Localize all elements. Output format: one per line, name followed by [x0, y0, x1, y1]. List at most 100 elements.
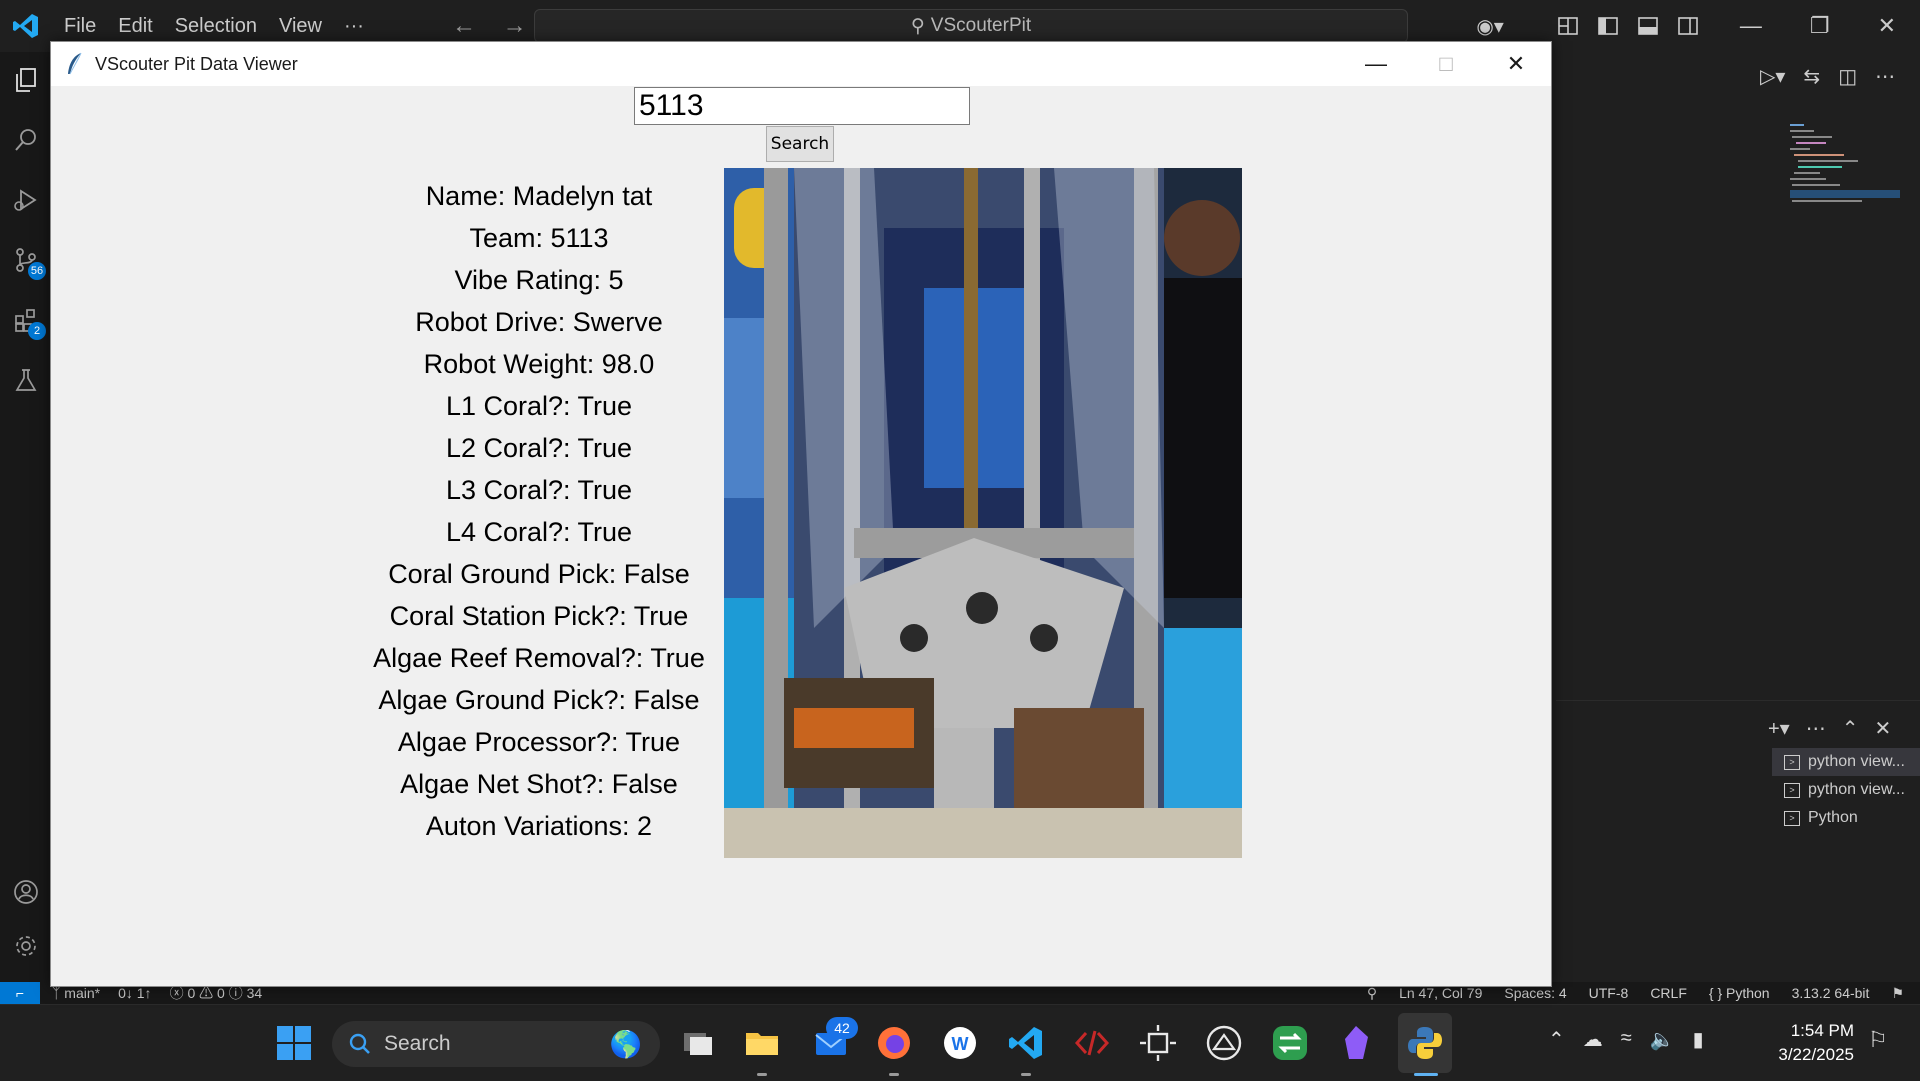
python-running-indicator — [1414, 1073, 1438, 1076]
cursor-position[interactable]: Ln 47, Col 79 — [1399, 985, 1482, 1001]
field-robot-weight: Robot Weight: 98.0 — [423, 349, 655, 379]
nav-arrows: ← → — [452, 12, 547, 40]
brightness-settings-icon[interactable] — [1138, 1023, 1178, 1063]
system-tray: ⌃ ☁ ≈ 🔈 ▮ — [1548, 1027, 1704, 1052]
more-actions-icon[interactable]: ⋯ — [1875, 64, 1895, 89]
tk-feather-icon — [68, 52, 82, 75]
compare-changes-icon[interactable]: ⇆ — [1803, 64, 1820, 89]
minimize-icon[interactable]: — — [1341, 42, 1411, 86]
minimap[interactable] — [1790, 124, 1900, 224]
search-button[interactable]: Search — [766, 126, 834, 162]
run-debug-icon[interactable] — [12, 186, 40, 214]
firefox-running-indicator — [889, 1073, 899, 1076]
notifications-icon[interactable]: ⚐ — [1868, 1027, 1888, 1053]
taskbar-search-label: Search — [384, 1032, 451, 1055]
window-titlebar[interactable]: VScouter Pit Data Viewer — □ ✕ — [51, 42, 1551, 86]
wifi-icon[interactable]: ≈ — [1621, 1027, 1632, 1052]
sync-app-icon[interactable] — [1270, 1023, 1310, 1063]
terminal-icon: > — [1784, 754, 1800, 770]
close-panel-icon[interactable]: ✕ — [1874, 716, 1891, 741]
firefox-icon[interactable] — [874, 1023, 914, 1063]
maximize-panel-icon[interactable]: ⌃ — [1842, 716, 1859, 741]
terminal-more-icon[interactable]: ⋯ — [1806, 716, 1826, 741]
menu-more[interactable]: ··· — [344, 15, 364, 38]
field-algae-net-shot: Algae Net Shot?: False — [400, 769, 678, 799]
activity-bar: 56 2 — [0, 52, 52, 982]
code-tag-icon[interactable] — [1072, 1023, 1112, 1063]
field-l2-coral: L2 Coral?: True — [445, 433, 633, 463]
task-view-icon[interactable] — [678, 1023, 718, 1063]
mail-badge: 42 — [826, 1017, 858, 1039]
volume-icon[interactable]: 🔈 — [1650, 1027, 1675, 1052]
remote-indicator-icon[interactable]: ⌐ — [0, 982, 40, 1004]
restore-icon[interactable]: ❐ — [1810, 13, 1830, 39]
new-terminal-icon[interactable]: +▾ — [1768, 716, 1790, 741]
split-editor-icon[interactable]: ◫ — [1838, 64, 1857, 89]
taskbar-search[interactable]: Search 🌎 — [332, 1021, 660, 1067]
testing-flask-icon[interactable] — [12, 366, 40, 394]
file-explorer-running-indicator — [757, 1073, 767, 1076]
file-explorer-icon[interactable] — [742, 1023, 782, 1063]
clock-date: 3/22/2025 — [1778, 1045, 1854, 1064]
terminal-list: > python view... > python view... > Pyth… — [1772, 748, 1920, 832]
window-title: VScouter Pit Data Viewer — [95, 54, 298, 74]
search-icon — [349, 1033, 370, 1054]
sync-status[interactable]: 0↓ 1↑ — [118, 985, 151, 1001]
clock-time: 1:54 PM — [1790, 1021, 1854, 1040]
menu-view[interactable]: View — [279, 15, 322, 38]
pit-data-viewer-window: VScouter Pit Data Viewer — □ ✕ Search Na… — [50, 41, 1552, 987]
python-interpreter[interactable]: 3.13.2 64-bit — [1792, 985, 1870, 1001]
terminal-tab[interactable]: > python view... — [1772, 776, 1920, 804]
toggle-secondary-sidebar-icon[interactable] — [1676, 14, 1700, 38]
terminal-icon: > — [1784, 782, 1800, 798]
line-ending[interactable]: CRLF — [1650, 985, 1687, 1001]
toggle-primary-sidebar-icon[interactable] — [1596, 14, 1620, 38]
python-icon[interactable] — [1405, 1023, 1445, 1063]
encoding[interactable]: UTF-8 — [1589, 985, 1629, 1001]
inkscape-icon[interactable] — [1204, 1023, 1244, 1063]
back-arrow-icon[interactable]: ← — [452, 12, 476, 39]
zoom-icon[interactable]: ⚲ — [1367, 985, 1377, 1002]
branch-name: main* — [64, 985, 101, 1001]
branch-indicator[interactable]: ᛉ main* — [52, 985, 100, 1001]
team-search-input[interactable] — [634, 87, 970, 125]
field-coral-ground-pick: Coral Ground Pick: False — [388, 559, 690, 589]
terminal-tab-label: python view... — [1808, 781, 1905, 798]
indentation[interactable]: Spaces: 4 — [1504, 985, 1566, 1001]
search-icon[interactable] — [12, 126, 40, 154]
vscode-taskbar-icon[interactable] — [1006, 1023, 1046, 1063]
terminal-tab[interactable]: > Python — [1772, 804, 1920, 832]
explorer-icon[interactable] — [12, 66, 40, 94]
onedrive-cloud-icon[interactable]: ☁ — [1583, 1027, 1603, 1052]
minimize-icon[interactable]: — — [1740, 13, 1762, 39]
field-name: Name: Madelyn tat — [425, 181, 653, 211]
manage-gear-icon[interactable] — [12, 932, 40, 960]
close-icon[interactable]: ✕ — [1878, 13, 1896, 39]
obsidian-icon[interactable] — [1336, 1023, 1376, 1063]
bing-globe-icon: 🌎 — [609, 1028, 642, 1059]
field-auton-variations: Auton Variations: 2 — [425, 811, 653, 841]
command-center-label: VScouterPit — [930, 15, 1032, 36]
field-team: Team: 5113 — [469, 223, 609, 253]
copilot-icon[interactable]: ◉▾ — [1476, 14, 1504, 39]
windows-start-icon[interactable] — [274, 1023, 314, 1063]
close-icon[interactable]: ✕ — [1481, 42, 1551, 86]
forward-arrow-icon[interactable]: → — [503, 12, 527, 39]
run-icon[interactable]: ▷▾ — [1760, 64, 1785, 89]
terminal-tab[interactable]: > python view... — [1772, 748, 1920, 776]
menu-selection[interactable]: Selection — [175, 15, 257, 38]
app-w-icon[interactable]: W — [940, 1023, 980, 1063]
customize-layout-icon[interactable] — [1556, 14, 1580, 38]
notifications-bell-icon[interactable]: ⚑ — [1891, 985, 1904, 1002]
pit-data-fields: Name: Madelyn tat Team: 5113 Vibe Rating… — [351, 175, 727, 847]
menu-file[interactable]: File — [64, 15, 96, 38]
battery-icon[interactable]: ▮ — [1693, 1027, 1704, 1052]
show-hidden-icons-chevron-icon[interactable]: ⌃ — [1548, 1027, 1565, 1052]
account-icon[interactable] — [12, 878, 40, 906]
command-center[interactable]: ⚲ VScouterPit — [534, 9, 1408, 43]
field-l4-coral: L4 Coral?: True — [445, 517, 633, 547]
menu-edit[interactable]: Edit — [118, 15, 152, 38]
language-mode[interactable]: { } Python — [1709, 985, 1770, 1001]
taskbar-clock[interactable]: 1:54 PM 3/22/2025 — [1768, 1019, 1854, 1067]
toggle-panel-icon[interactable] — [1636, 14, 1660, 38]
